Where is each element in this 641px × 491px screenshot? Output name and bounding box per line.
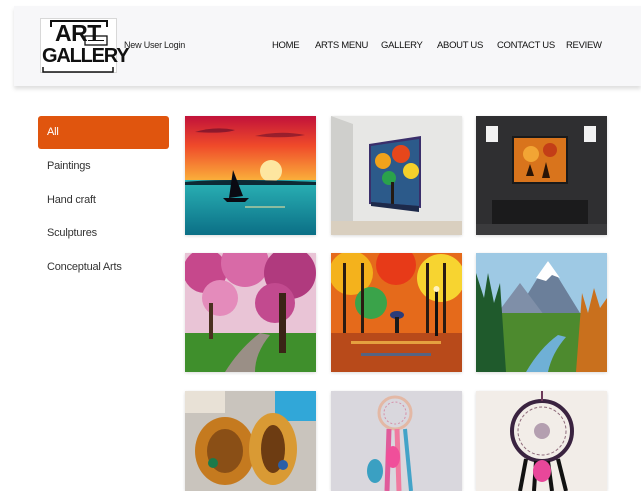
- gallery-item-autumn-rain-walk[interactable]: [331, 253, 462, 372]
- deer-painting-in-dark-room-icon: [476, 116, 607, 235]
- mountain-river-painting-icon: [476, 253, 607, 372]
- gallery-item-deer-painting-room[interactable]: [476, 116, 607, 235]
- nav-gallery[interactable]: GALLERY: [381, 40, 423, 51]
- dreamcatcher-pink-icon: [331, 391, 462, 491]
- category-sculptures[interactable]: Sculptures: [38, 217, 169, 250]
- nav-contact-us[interactable]: CONTACT US: [497, 40, 555, 51]
- site-logo[interactable]: ART GALLERY: [40, 18, 130, 73]
- gallery-item-sunset-sailboat[interactable]: [185, 116, 316, 235]
- category-paintings[interactable]: Paintings: [38, 150, 169, 183]
- dreamcatcher-black-icon: [476, 391, 607, 491]
- site-header: ART GALLERY New User Login HOME ARTS MEN…: [14, 6, 641, 86]
- sunset-sailboat-painting-icon: [185, 116, 316, 235]
- gallery-item-painted-bangles[interactable]: [185, 391, 316, 491]
- cherry-blossom-path-painting-icon: [185, 253, 316, 372]
- nav-about-us[interactable]: ABOUT US: [437, 40, 483, 51]
- login-link[interactable]: Login: [164, 40, 185, 50]
- autumn-canvas-on-wall-icon: [331, 116, 462, 235]
- gallery-item-mountain-river[interactable]: [476, 253, 607, 372]
- painted-bangles-icon: [185, 391, 316, 491]
- logo-text-line1: ART: [55, 20, 101, 46]
- gallery-item-dreamcatcher-black[interactable]: [476, 391, 607, 491]
- gallery-item-dreamcatcher-pink[interactable]: [331, 391, 462, 491]
- nav-arts-menu[interactable]: ARTS MENU: [315, 40, 368, 51]
- category-all[interactable]: All: [38, 116, 169, 149]
- gallery-item-autumn-canvas-room[interactable]: [331, 116, 462, 235]
- nav-home[interactable]: HOME: [272, 40, 300, 51]
- nav-review[interactable]: REVIEW: [566, 40, 602, 51]
- autumn-rain-walk-painting-icon: [331, 253, 462, 372]
- category-hand-craft[interactable]: Hand craft: [38, 184, 169, 217]
- logo-text-line2: GALLERY: [42, 45, 130, 67]
- new-user-link[interactable]: New User: [124, 40, 162, 50]
- category-conceptual-arts[interactable]: Conceptual Arts: [38, 251, 169, 284]
- gallery-item-cherry-blossom-path[interactable]: [185, 253, 316, 372]
